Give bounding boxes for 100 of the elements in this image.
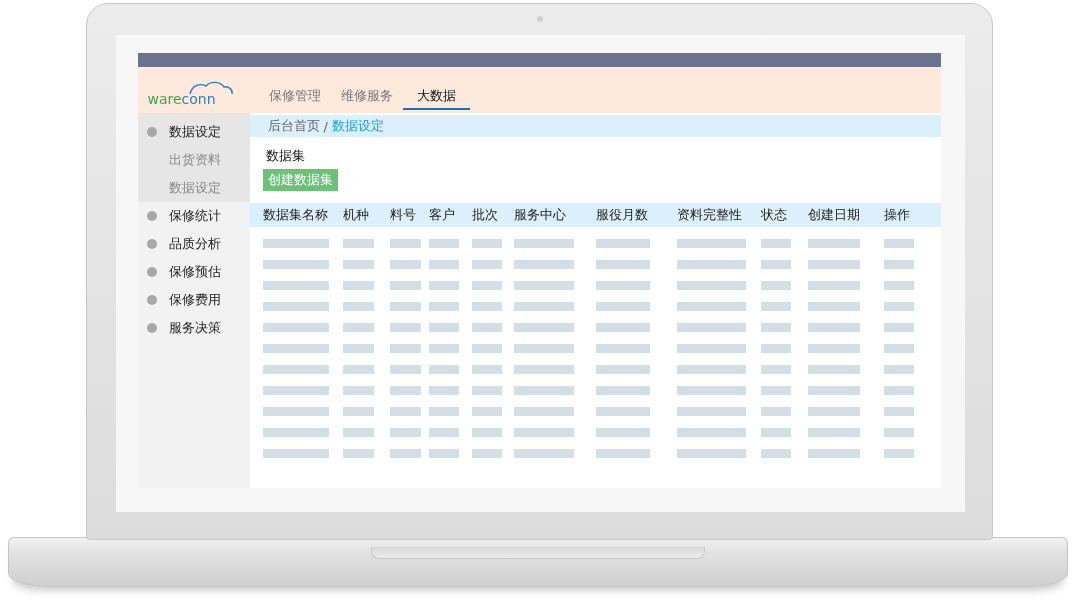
placeholder-bar <box>389 281 421 290</box>
sidebar-item[interactable]: 数据设定 <box>168 123 221 141</box>
placeholder-bar <box>760 428 791 437</box>
placeholder-bar <box>760 323 791 332</box>
placeholder-bar <box>428 281 459 290</box>
placeholder-bar <box>883 302 914 311</box>
placeholder-bar <box>883 365 914 374</box>
placeholder-bar <box>595 407 650 416</box>
placeholder-bar <box>262 428 329 437</box>
placeholder-bar <box>595 344 650 353</box>
placeholder-bar <box>883 428 914 437</box>
placeholder-bar <box>883 323 914 332</box>
logo: wareconn <box>147 80 244 108</box>
sidebar-item[interactable]: 保修预估 <box>168 263 221 281</box>
placeholder-bar <box>342 449 374 458</box>
sidebar-item[interactable]: 保修统计 <box>168 207 221 225</box>
nav-tab[interactable]: 大数据 <box>402 87 470 110</box>
column-header: 服役月数 <box>595 206 649 224</box>
placeholder-bar <box>676 365 746 374</box>
placeholder-bar <box>471 239 502 248</box>
placeholder-bar <box>428 428 459 437</box>
placeholder-bar <box>513 365 574 374</box>
sidebar-item[interactable]: 保修费用 <box>168 291 221 309</box>
placeholder-bar <box>760 344 791 353</box>
section-title: 数据集 <box>264 147 306 165</box>
placeholder-bar <box>262 239 329 248</box>
placeholder-bar <box>883 386 914 395</box>
placeholder-bar <box>389 260 421 269</box>
column-header: 资料完整性 <box>676 206 743 224</box>
breadcrumb-current: 数据设定 <box>331 117 384 135</box>
placeholder-bar <box>760 239 791 248</box>
breadcrumb-link[interactable]: 后台首页 <box>267 117 320 135</box>
placeholder-bar <box>676 428 746 437</box>
placeholder-bar <box>807 365 860 374</box>
placeholder-bar <box>389 365 421 374</box>
placeholder-bar <box>262 302 329 311</box>
breadcrumb-separator: / <box>323 118 328 134</box>
placeholder-bar <box>760 365 791 374</box>
placeholder-bar <box>676 407 746 416</box>
placeholder-bar <box>883 281 914 290</box>
column-header: 机种 <box>342 206 370 224</box>
placeholder-bar <box>342 323 374 332</box>
placeholder-bar <box>342 281 374 290</box>
placeholder-bar <box>807 449 860 458</box>
placeholder-bar <box>513 239 574 248</box>
placeholder-bar <box>262 260 329 269</box>
placeholder-bar <box>676 344 746 353</box>
column-header: 服务中心 <box>513 206 567 224</box>
placeholder-bar <box>807 428 860 437</box>
placeholder-bar <box>262 281 329 290</box>
bullet-icon <box>146 267 157 277</box>
column-header: 客户 <box>428 206 456 224</box>
placeholder-bar <box>428 344 459 353</box>
placeholder-bar <box>760 407 791 416</box>
placeholder-bar <box>595 365 650 374</box>
bullet-icon <box>146 239 157 249</box>
placeholder-bar <box>807 239 860 248</box>
placeholder-bar <box>883 344 914 353</box>
placeholder-bar <box>513 281 574 290</box>
bullet-icon <box>146 211 157 221</box>
placeholder-bar <box>428 365 459 374</box>
sidebar-item[interactable]: 服务决策 <box>168 319 221 337</box>
placeholder-bar <box>807 302 860 311</box>
placeholder-bar <box>595 260 650 269</box>
placeholder-bar <box>807 281 860 290</box>
placeholder-bar <box>595 449 650 458</box>
placeholder-bar <box>342 302 374 311</box>
placeholder-bar <box>262 323 329 332</box>
placeholder-bar <box>389 323 421 332</box>
placeholder-bar <box>471 386 502 395</box>
placeholder-bar <box>807 260 860 269</box>
placeholder-bar <box>760 260 791 269</box>
placeholder-bar <box>513 407 574 416</box>
column-header: 批次 <box>471 206 499 224</box>
placeholder-bar <box>595 281 650 290</box>
placeholder-bar <box>389 302 421 311</box>
nav-tab[interactable]: 维修服务 <box>330 87 403 110</box>
placeholder-bar <box>262 365 329 374</box>
placeholder-bar <box>471 428 502 437</box>
placeholder-bar <box>471 281 502 290</box>
placeholder-bar <box>760 449 791 458</box>
placeholder-bar <box>760 281 791 290</box>
placeholder-bar <box>471 449 502 458</box>
placeholder-bar <box>389 344 421 353</box>
placeholder-bar <box>595 428 650 437</box>
placeholder-bar <box>342 365 374 374</box>
placeholder-bar <box>428 386 459 395</box>
sidebar-item[interactable]: 品质分析 <box>168 235 221 253</box>
placeholder-bar <box>883 449 914 458</box>
placeholder-bar <box>262 344 329 353</box>
placeholder-bar <box>676 239 746 248</box>
placeholder-bar <box>807 323 860 332</box>
placeholder-bar <box>428 449 459 458</box>
placeholder-bar <box>262 449 329 458</box>
bullet-icon <box>146 295 157 305</box>
nav-tab[interactable]: 保修管理 <box>258 87 331 110</box>
placeholder-bar <box>342 344 374 353</box>
placeholder-bar <box>807 344 860 353</box>
placeholder-bar <box>342 407 374 416</box>
placeholder-bar <box>513 386 574 395</box>
